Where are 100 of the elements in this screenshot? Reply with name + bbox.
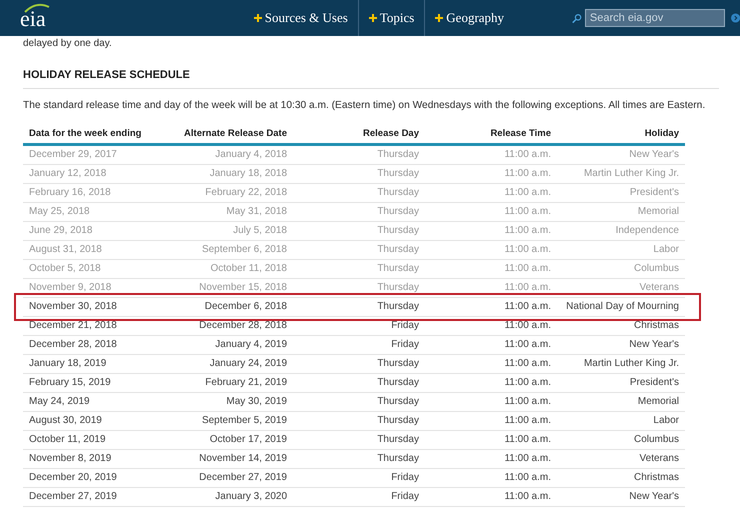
table-cell-text: Friday (390, 471, 420, 485)
table-cell-text: June 29, 2018 (28, 224, 94, 238)
intro-text: delayed by one day. (23, 37, 113, 51)
table-cell-text: 11:00 a.m. (503, 452, 552, 466)
table-cell-text: Thursday (376, 167, 420, 181)
table-cell-text: Memorial (636, 395, 680, 409)
table-cell-text: Friday (390, 319, 420, 333)
table-cell-text: November 30, 2018 (28, 300, 118, 314)
table-cell-text: 11:00 a.m. (503, 414, 552, 428)
table-cell-text: November 15, 2018 (198, 281, 288, 295)
column-header: Data for the week ending (28, 127, 142, 142)
table-cell-text: January 24, 2019 (208, 357, 288, 371)
table-cell-text: Christmas (632, 471, 680, 485)
column-header: Holiday (644, 127, 680, 142)
table-cell-text: December 28, 2018 (198, 319, 288, 333)
table-cell-text: Thursday (376, 243, 420, 257)
table-cell-text: 11:00 a.m. (503, 471, 552, 485)
table-cell-text: Columbus (632, 262, 680, 276)
table-cell-text: December 6, 2018 (204, 300, 288, 314)
table-cell-text: October 5, 2018 (28, 262, 102, 276)
table-cell-text: Thursday (376, 262, 420, 276)
search-icon[interactable] (572, 12, 582, 24)
logo[interactable]: eia (20, 8, 46, 36)
table-cell-text: Thursday (376, 148, 420, 162)
table-cell-text: August 31, 2018 (28, 243, 103, 257)
table-cell-text: 11:00 a.m. (503, 262, 552, 276)
table-cell-text: November 9, 2018 (28, 281, 112, 295)
table-cell-text: Thursday (376, 281, 420, 295)
column-header: Release Time (489, 127, 552, 142)
table-cell-text: 11:00 a.m. (503, 167, 552, 181)
table-cell-text: 11:00 a.m. (503, 281, 552, 295)
table-cell-text: Thursday (376, 224, 420, 238)
table-cell-text: Thursday (376, 186, 420, 200)
column-header: Alternate Release Date (183, 127, 288, 142)
table-cell-text: New Year's (628, 148, 680, 162)
table-cell-text: January 3, 2020 (214, 490, 288, 504)
table-cell-text: New Year's (628, 490, 680, 504)
search-go-icon[interactable] (730, 12, 740, 24)
table-cell-text: Christmas (632, 319, 680, 333)
table-cell-text: Thursday (376, 376, 420, 390)
table-cell-text: Friday (390, 338, 420, 352)
table-cell-text: October 11, 2019 (28, 433, 107, 447)
table-cell-text: October 17, 2019 (208, 433, 288, 447)
table-cell-text: February 15, 2019 (28, 376, 112, 390)
table-cell-text: Thursday (376, 395, 420, 409)
table-cell-text: January 18, 2018 (208, 167, 288, 181)
table-cell-text: January 12, 2018 (28, 167, 108, 181)
table-cell-text: May 31, 2018 (225, 205, 288, 219)
table-cell-text: Veterans (638, 281, 680, 295)
table-cell-text: May 30, 2019 (225, 395, 288, 409)
table-cell-text: Veterans (638, 452, 680, 466)
table-cell-text: Martin Luther King Jr. (582, 357, 680, 371)
table-cell-text: 11:00 a.m. (503, 224, 552, 238)
nav-link[interactable]: Sources & Uses (244, 8, 358, 28)
table-cell-text: February 16, 2018 (28, 186, 112, 200)
table-cell-text: 11:00 a.m. (503, 205, 552, 219)
table-cell-text: 11:00 a.m. (503, 357, 552, 371)
table-cell-text: President's (628, 376, 680, 390)
table-cell-text: Thursday (376, 414, 420, 428)
table-cell-text: Memorial (636, 205, 680, 219)
table-cell-text: Thursday (376, 452, 420, 466)
table-cell-text: August 30, 2019 (28, 414, 103, 428)
table-cell-text: January 4, 2018 (214, 148, 288, 162)
table-cell-text: November 8, 2019 (28, 452, 112, 466)
nav-link[interactable]: Topics (358, 8, 424, 28)
section-title: HOLIDAY RELEASE SCHEDULE (23, 67, 719, 88)
table-cell-text: October 11, 2018 (209, 262, 288, 276)
table-cell-text: December 28, 2018 (28, 338, 118, 352)
search-field[interactable]: Search eia.gov (584, 9, 725, 27)
table-cell-text: 11:00 a.m. (503, 148, 552, 162)
table-cell-text: Labor (652, 243, 680, 257)
table-cell-text: President's (628, 186, 680, 200)
table-cell-text: December 21, 2018 (28, 319, 118, 333)
table-cell-text: 11:00 a.m. (503, 338, 552, 352)
table-cell-text: Martin Luther King Jr. (582, 167, 680, 181)
logo-swoosh-icon (24, 3, 50, 13)
table-cell-text: December 27, 2019 (198, 471, 288, 485)
table-cell-text: Columbus (632, 433, 680, 447)
table-cell-text: New Year's (628, 338, 680, 352)
table-cell-text: 11:00 a.m. (503, 319, 552, 333)
table-cell-text: February 21, 2019 (204, 376, 288, 390)
table-cell-text: Thursday (376, 205, 420, 219)
table-cell-text: September 5, 2019 (200, 414, 288, 428)
column-header: Release Day (362, 127, 420, 142)
section-description: The standard release time and day of the week will be at 10:30 a.m. (Eastern time) on Wednesdays with the following exceptions. All times are Eastern. (23, 98, 706, 112)
table-cell-text: Labor (652, 414, 680, 428)
table-cell-text: National Day of Mourning (565, 300, 680, 314)
table-cell-text: February 22, 2018 (204, 186, 288, 200)
table-cell-text: May 24, 2019 (28, 395, 91, 409)
plus-icon (435, 14, 444, 22)
table-cell-text: 11:00 a.m. (503, 433, 552, 447)
table-cell-text: Thursday (376, 300, 420, 314)
nav-link[interactable]: Geography (425, 8, 514, 28)
table-cell-text: December 27, 2019 (28, 490, 118, 504)
table-cell-text: July 5, 2018 (232, 224, 288, 238)
table-cell-text: January 4, 2019 (214, 338, 288, 352)
table-cell-text: Thursday (376, 357, 420, 371)
table-cell-text: Friday (390, 490, 420, 504)
table-cell-text: December 20, 2019 (28, 471, 118, 485)
table-cell-text: 11:00 a.m. (503, 186, 552, 200)
